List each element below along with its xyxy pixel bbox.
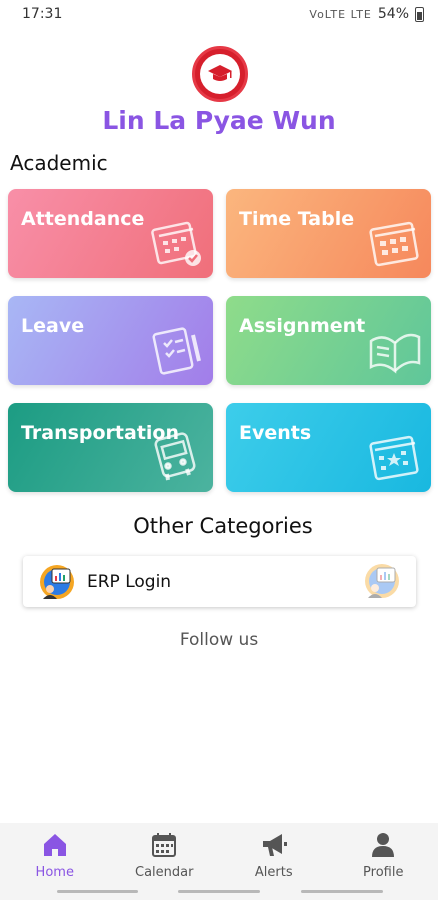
follow-us-text: Follow us <box>179 630 259 650</box>
tile-label: Leave <box>21 315 85 337</box>
nav-calendar[interactable]: Calendar <box>110 823 220 883</box>
other-categories-title: Other Categories <box>133 514 313 538</box>
nav-label: Calendar <box>135 865 194 880</box>
leave-tile[interactable]: Leave <box>8 296 213 385</box>
megaphone-icon <box>260 831 288 863</box>
person-icon <box>369 831 397 863</box>
tile-label: Assignment <box>239 315 366 337</box>
calendar-icon <box>150 831 178 863</box>
time-table-tile[interactable]: Time Table <box>226 189 431 278</box>
nav-label: Alerts <box>254 865 293 880</box>
bottom-nav: Home Calendar Alerts Profile <box>0 823 438 883</box>
calendar-grid-icon <box>367 214 423 270</box>
erp-chart-icon <box>363 562 401 600</box>
tile-label: Time Table <box>239 208 355 230</box>
clipboard-pencil-icon <box>149 321 205 377</box>
battery-icon <box>415 6 424 22</box>
gesture-handle <box>178 890 260 893</box>
home-icon <box>41 831 69 863</box>
school-crest-icon <box>192 46 248 102</box>
battery-percent: 54% <box>377 6 409 22</box>
calendar-check-icon <box>149 214 205 270</box>
school-name: Lin La Pyae Wun <box>102 106 336 135</box>
tile-label: Attendance <box>21 208 145 230</box>
status-time: 17:31 <box>22 6 63 22</box>
nav-alerts[interactable]: Alerts <box>219 823 329 883</box>
nav-label: Profile <box>363 865 404 880</box>
open-book-icon <box>367 321 423 377</box>
gesture-handle <box>57 890 138 893</box>
erp-chart-icon <box>38 563 76 601</box>
status-bar: 17:31 VoLTE LTE 54% <box>0 0 438 28</box>
tile-label: Events <box>239 422 312 444</box>
gesture-handle <box>301 890 383 893</box>
academic-section-title: Academic <box>10 151 108 175</box>
attendance-tile[interactable]: Attendance <box>8 189 213 278</box>
nav-home[interactable]: Home <box>0 823 110 883</box>
nav-profile[interactable]: Profile <box>329 823 438 883</box>
nav-label: Home <box>35 865 74 880</box>
erp-login-label: ERP Login <box>87 571 172 592</box>
transportation-tile[interactable]: Transportation <box>8 403 213 492</box>
erp-login-card[interactable]: ERP Login <box>23 556 416 607</box>
status-right: VoLTE LTE 54% <box>309 6 424 22</box>
signal-icons: VoLTE LTE <box>309 7 372 21</box>
calendar-star-icon <box>367 428 423 484</box>
bus-icon <box>149 428 205 484</box>
assignment-tile[interactable]: Assignment <box>226 296 431 385</box>
events-tile[interactable]: Events <box>226 403 431 492</box>
